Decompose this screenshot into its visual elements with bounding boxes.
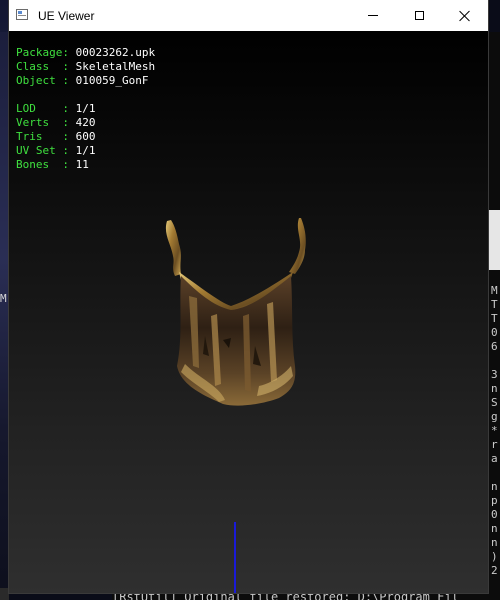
info-package: Package: 00023262.upk (16, 46, 155, 60)
ue-viewer-window: UE Viewer Package: 00023262.upk Class : … (9, 0, 488, 593)
info-tris-value: 600 (75, 130, 96, 143)
console-line: ) (491, 550, 498, 563)
console-line: 3 (491, 368, 498, 381)
console-output: M T T 0 6 3 n Sg * r a n p 0 n n) 2 (491, 284, 500, 578)
info-verts-label: Verts : (16, 116, 69, 129)
console-line: n (491, 382, 498, 395)
console-line: r (491, 438, 498, 451)
info-uvset-label: UV Set : (16, 144, 69, 157)
info-object: Object : 010059_GonF (16, 74, 155, 88)
info-verts-value: 420 (75, 116, 96, 129)
console-line: T (491, 312, 498, 325)
maximize-icon (414, 11, 424, 20)
console-line: 0 (491, 326, 498, 339)
info-bones-label: Bones : (16, 158, 69, 171)
console-line: g (491, 410, 498, 423)
info-package-label: Package: (16, 46, 69, 59)
app-window-icon (16, 9, 28, 20)
close-button[interactable] (442, 0, 488, 31)
maximize-button[interactable] (396, 0, 442, 31)
info-uvset: UV Set : 1/1 (16, 144, 155, 158)
skeletal-mesh-render (165, 218, 306, 406)
console-line: p (491, 494, 498, 507)
info-object-label: Object : (16, 74, 69, 87)
console-line: 6 (491, 340, 498, 353)
console-window: M T T 0 6 3 n Sg * r a n p 0 n n) 2 (488, 32, 500, 600)
3d-viewport[interactable]: Package: 00023262.upk Class : SkeletalMe… (9, 31, 488, 593)
minimize-button[interactable] (350, 0, 396, 31)
background-window-strip: M (0, 32, 9, 600)
info-bones-value: 11 (75, 158, 89, 171)
info-lod-label: LOD : (16, 102, 69, 115)
mesh-info-panel: Package: 00023262.upk Class : SkeletalMe… (16, 46, 155, 172)
console-line: * (491, 424, 498, 437)
console-line: 0 (491, 508, 498, 521)
console-line: n (491, 536, 498, 549)
info-tris: Tris : 600 (16, 130, 155, 144)
console-line: n (491, 522, 498, 535)
console-line: S (491, 396, 498, 409)
info-uvset-value: 1/1 (75, 144, 96, 157)
info-lod: LOD : 1/1 (16, 102, 155, 116)
info-package-value: 00023262.upk (75, 46, 156, 59)
info-object-value: 010059_GonF (75, 74, 149, 87)
console-line: T (491, 298, 498, 311)
info-class: Class : SkeletalMesh (16, 60, 155, 74)
console-line: M (491, 284, 498, 297)
z-axis-line (234, 522, 236, 593)
info-lod-value: 1/1 (75, 102, 96, 115)
minimize-icon (368, 15, 378, 16)
console-line: a (491, 452, 498, 465)
title-bar[interactable]: UE Viewer (9, 0, 488, 31)
info-tris-label: Tris : (16, 130, 69, 143)
info-bones: Bones : 11 (16, 158, 155, 172)
close-icon (459, 10, 471, 22)
info-verts: Verts : 420 (16, 116, 155, 130)
console-line: 2 (491, 564, 498, 577)
info-class-label: Class : (16, 60, 69, 73)
background-window-text: M (0, 292, 7, 305)
info-class-value: SkeletalMesh (75, 60, 156, 73)
console-line: n (491, 480, 498, 493)
console-scrollbar[interactable] (488, 210, 500, 270)
window-title: UE Viewer (38, 9, 95, 23)
background-window-edge (0, 588, 9, 600)
